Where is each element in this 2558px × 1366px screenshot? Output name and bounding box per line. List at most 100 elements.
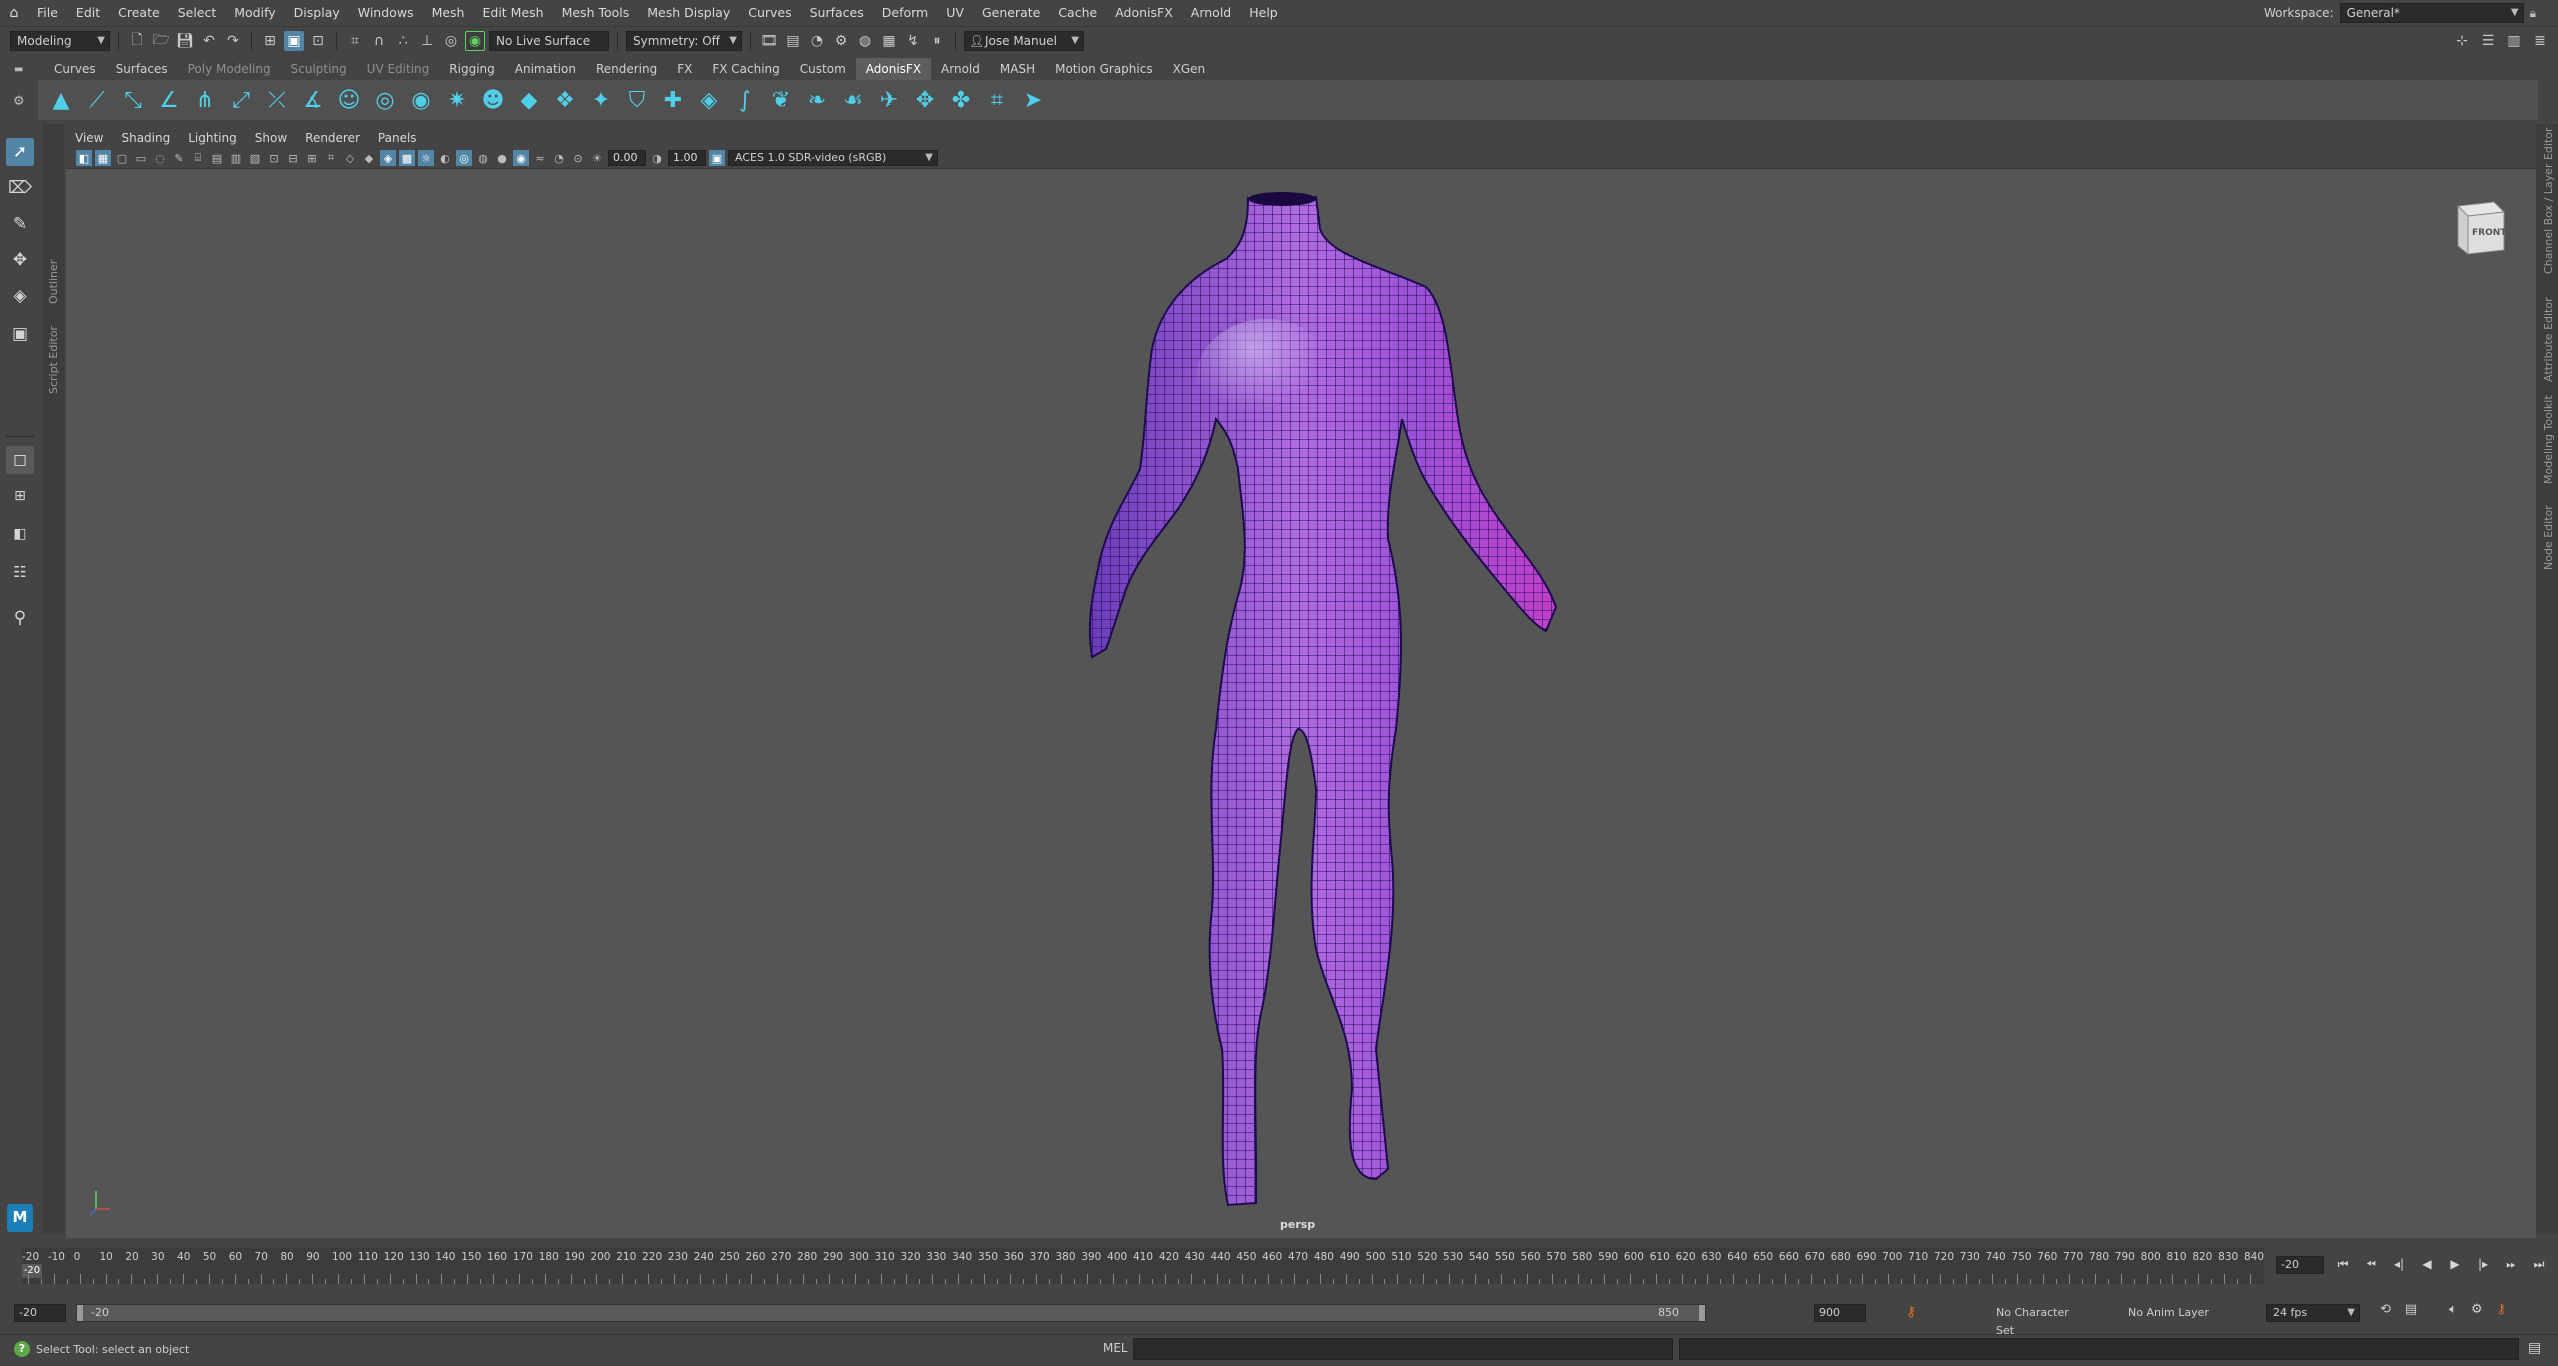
attribute-editor-tab[interactable]: Attribute Editor: [2542, 297, 2555, 382]
field-chart-icon[interactable]: ⊡: [266, 150, 282, 166]
shelf-tab-sculpting[interactable]: Sculpting: [281, 58, 357, 80]
color-management-icon[interactable]: ▣: [709, 150, 725, 166]
hypershade-icon[interactable]: ◍: [855, 31, 875, 51]
workspace-dropdown[interactable]: General* ▼: [2339, 3, 2524, 23]
shelf-tab-fx-caching[interactable]: FX Caching: [702, 58, 789, 80]
link-icon[interactable]: ⤫: [262, 85, 292, 115]
film-gate-icon[interactable]: ▤: [209, 150, 225, 166]
muscle-icon[interactable]: ◆: [514, 85, 544, 115]
render-settings-icon[interactable]: ⚙︎: [831, 31, 851, 51]
bookmark-icon[interactable]: ▢: [114, 150, 130, 166]
shelf-tab-motion-graphics[interactable]: Motion Graphics: [1045, 58, 1163, 80]
user-account-dropdown[interactable]: 👤︎ Jose Manuel ▼: [964, 30, 1084, 51]
toggle-channel-box-icon[interactable]: ≣: [2530, 31, 2550, 51]
symmetry-dropdown[interactable]: Symmetry: Off ▼: [626, 30, 742, 51]
camera-attributes-icon[interactable]: ▦: [95, 150, 111, 166]
bell-icon[interactable]: ⛉: [622, 85, 652, 115]
play-backwards-icon[interactable]: ◀: [2418, 1255, 2436, 1273]
figure-icon[interactable]: ✚: [658, 85, 688, 115]
muscle-fibers-icon[interactable]: ✦: [586, 85, 616, 115]
script-language-toggle[interactable]: MEL: [1103, 1341, 1128, 1355]
outliner-layout-icon[interactable]: ☷: [6, 558, 34, 586]
joint-tool-icon[interactable]: ⟋: [82, 85, 112, 115]
menu-display[interactable]: Display: [285, 0, 349, 26]
animation-end-field[interactable]: 900: [1814, 1304, 1866, 1322]
play-forwards-icon[interactable]: ▶: [2446, 1255, 2464, 1273]
range-slider-track[interactable]: -20 850: [76, 1304, 1706, 1322]
modeling-toolkit-tab[interactable]: Modeling Toolkit: [2542, 395, 2555, 484]
isolate-select-icon[interactable]: ◉: [513, 150, 529, 166]
ring-alt-icon[interactable]: ◉: [406, 85, 436, 115]
gamma-icon[interactable]: ◑: [649, 150, 665, 166]
help-icon[interactable]: ?: [14, 1341, 30, 1357]
muscle-group-icon[interactable]: ❖: [550, 85, 580, 115]
move-tool-icon[interactable]: ✥: [6, 246, 34, 274]
gear-solver-icon[interactable]: ✷: [442, 85, 472, 115]
attach-icon[interactable]: ⤢: [226, 85, 256, 115]
ambient-occlusion-icon[interactable]: ●: [494, 150, 510, 166]
arnold-ipr-icon[interactable]: ↯: [903, 31, 923, 51]
menu-generate[interactable]: Generate: [973, 0, 1049, 26]
paint-select-tool-icon[interactable]: ✎: [6, 210, 34, 238]
timeline-ruler[interactable]: -20 -20 -10 0 10 20 30 40 50 60 70 80 90 100 110 120 13…: [22, 1248, 2264, 1284]
fps-dropdown[interactable]: 24 fps ▼: [2266, 1304, 2360, 1322]
wing-icon[interactable]: ✈︎: [874, 85, 904, 115]
current-frame-field[interactable]: -20: [2276, 1256, 2324, 1274]
viewport-menu-show[interactable]: Show: [246, 131, 296, 145]
shelf-tab-mash[interactable]: MASH: [990, 58, 1045, 80]
exposure-field[interactable]: 0.00: [608, 150, 646, 166]
persp-outliner-icon[interactable]: ◧: [6, 520, 34, 548]
anim-layer-dropdown[interactable]: No Anim Layer: [2108, 1304, 2228, 1322]
wireframe-icon[interactable]: ◇: [342, 150, 358, 166]
menu-windows[interactable]: Windows: [349, 0, 423, 26]
s-curve-icon[interactable]: ∫: [730, 85, 760, 115]
auto-key-icon[interactable]: ⚷: [1906, 1304, 1916, 1320]
menu-select[interactable]: Select: [169, 0, 226, 26]
shadows-icon[interactable]: ◐: [437, 150, 453, 166]
grease-pencil-icon[interactable]: ✎: [171, 150, 187, 166]
viewport-menu-lighting[interactable]: Lighting: [179, 131, 246, 145]
viewport-menu-renderer[interactable]: Renderer: [296, 131, 369, 145]
redo-icon[interactable]: ↷: [223, 31, 243, 51]
two-d-pan-icon[interactable]: ◌: [152, 150, 168, 166]
make-live-icon[interactable]: ◉: [465, 30, 485, 51]
resolution-gate-icon[interactable]: ▥: [228, 150, 244, 166]
toggle-modeling-toolkit-icon[interactable]: ⊹: [2452, 31, 2472, 51]
character-set-dropdown[interactable]: No Character Set: [1970, 1304, 2090, 1337]
bandage-icon[interactable]: ◈: [694, 85, 724, 115]
menu-edit-mesh[interactable]: Edit Mesh: [473, 0, 552, 26]
shelf-tab-arnold[interactable]: Arnold: [931, 58, 990, 80]
select-object-icon[interactable]: ▣: [284, 30, 304, 51]
four-view-icon[interactable]: ⊞: [6, 482, 34, 510]
menu-file[interactable]: File: [28, 0, 67, 26]
select-tool-icon[interactable]: ➚: [6, 138, 34, 166]
select-camera-icon[interactable]: ◧: [76, 150, 92, 166]
viewport-menu-shading[interactable]: Shading: [112, 131, 179, 145]
shelf-tab-xgen[interactable]: XGen: [1163, 58, 1216, 80]
color-space-dropdown[interactable]: ACES 1.0 SDR-video (sRGB) ▼: [728, 150, 938, 166]
key-preferences-icon[interactable]: ⚷: [2497, 1302, 2507, 1317]
ring-icon[interactable]: ◎: [370, 85, 400, 115]
script-editor-icon[interactable]: ▤: [2528, 1340, 2541, 1356]
menu-modify[interactable]: Modify: [225, 0, 284, 26]
step-back-frame-icon[interactable]: ◂|: [2390, 1255, 2408, 1273]
safe-title-icon[interactable]: ⊞: [304, 150, 320, 166]
view-cube[interactable]: FRONT: [2450, 198, 2508, 256]
ipr-render-icon[interactable]: ◔: [807, 31, 827, 51]
arnold-render-icon[interactable]: ▦: [879, 31, 899, 51]
select-component-icon[interactable]: ⊡: [308, 31, 328, 51]
xray-icon[interactable]: ◎: [456, 150, 472, 166]
open-scene-icon[interactable]: 🗁: [151, 31, 171, 51]
branch-icon[interactable]: ⋔: [190, 85, 220, 115]
shelf-tab-curves[interactable]: Curves: [44, 58, 106, 80]
lock-icon[interactable]: 🔒︎: [2530, 6, 2536, 21]
depth-of-field-icon[interactable]: ⊙: [570, 150, 586, 166]
leaf-icon[interactable]: ❦: [766, 85, 796, 115]
outliner-tab[interactable]: Outliner: [47, 260, 60, 304]
menu-adonisfx[interactable]: AdonisFX: [1106, 0, 1182, 26]
range-end-handle[interactable]: [1699, 1305, 1705, 1321]
animation-start-field[interactable]: -20: [14, 1304, 66, 1322]
menu-mesh-tools[interactable]: Mesh Tools: [553, 0, 639, 26]
image-plane-icon[interactable]: ▭: [133, 150, 149, 166]
single-perspective-view-icon[interactable]: ◻: [6, 446, 34, 474]
